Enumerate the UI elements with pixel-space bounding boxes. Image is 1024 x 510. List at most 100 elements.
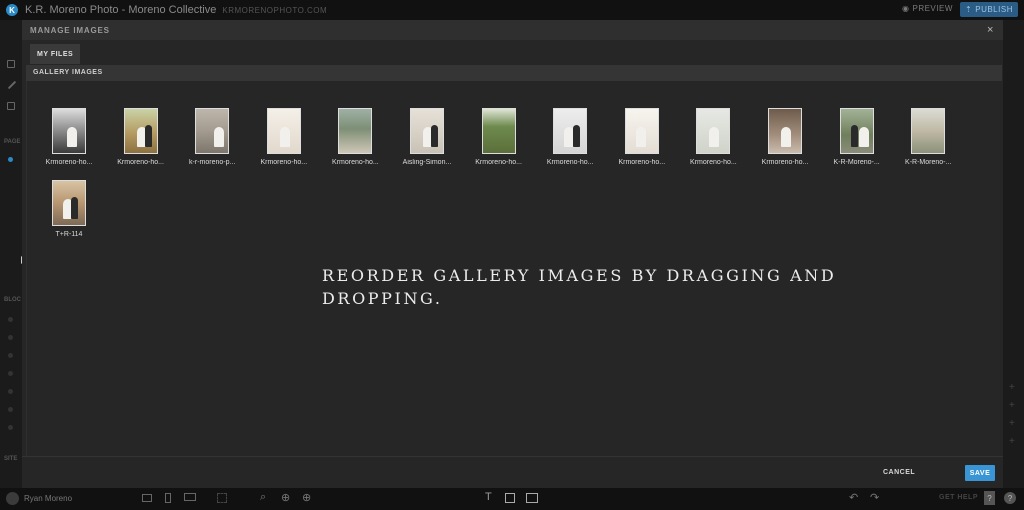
logo-icon[interactable]: K	[6, 4, 18, 16]
right-toolbar: + + + +	[1003, 20, 1024, 488]
top-app-bar: K K.R. Moreno Photo - Moreno Collective …	[0, 0, 1024, 20]
sidebar-item-dot[interactable]	[8, 353, 13, 358]
gallery-image-tile[interactable]: Krmoreno-ho...	[610, 108, 674, 178]
thumbnail-figure	[71, 197, 78, 219]
image-thumbnail[interactable]	[553, 108, 588, 154]
gallery-image-tile[interactable]: k-r-moreno-p...	[180, 108, 244, 178]
image-filename: Krmoreno-ho...	[117, 159, 164, 166]
question-icon[interactable]: ?	[1004, 492, 1016, 504]
preview-label: PREVIEW	[912, 4, 953, 13]
image-thumbnail[interactable]	[911, 108, 946, 154]
phone-icon[interactable]	[165, 493, 171, 503]
gallery-image-tile[interactable]: Krmoreno-ho...	[109, 108, 173, 178]
image-thumbnail[interactable]	[624, 108, 659, 154]
bottom-toolbar: Ryan Moreno ⌕ ⊕ ⊕ T ↶ ↷ GET HELP ? ?	[0, 488, 1024, 510]
text-tool-icon[interactable]: T	[485, 491, 492, 503]
gallery-image-tile[interactable]: Aisling-Simon...	[395, 108, 459, 178]
sidebar-item-dot[interactable]	[8, 317, 13, 322]
thumbnail-figure	[781, 127, 791, 147]
gallery-image-tile[interactable]: Krmoreno-ho...	[323, 108, 387, 178]
select-box-icon[interactable]	[505, 493, 515, 503]
close-icon[interactable]: ×	[987, 24, 993, 36]
reorder-hint: REORDER GALLERY IMAGES BY DRAGGING AND D…	[322, 266, 837, 308]
gallery-image-tile[interactable]: K-R-Moreno-...	[825, 108, 889, 178]
thumbnail-photo	[339, 109, 372, 153]
gallery-image-tile[interactable]: Krmoreno-ho...	[753, 108, 817, 178]
site-title: K.R. Moreno Photo - Moreno Collective	[25, 4, 217, 16]
sidebar-section-pages: PAGE	[4, 139, 21, 145]
image-filename: K-R-Moreno-...	[833, 159, 880, 166]
gallery-image-tile[interactable]: Krmoreno-ho...	[681, 108, 745, 178]
gallery-image-tile[interactable]: Krmoreno-ho...	[37, 108, 101, 178]
image-filename: Krmoreno-ho...	[45, 159, 93, 166]
image-thumbnail[interactable]	[338, 108, 373, 154]
modal-footer: CANCEL SAVE	[22, 456, 1003, 488]
site-domain[interactable]: KRMORENOPHOTO.COM	[222, 6, 327, 15]
image-icon[interactable]	[7, 102, 15, 110]
image-thumbnail[interactable]	[839, 108, 874, 154]
image-filename: T+R-114	[55, 231, 83, 238]
add-icon[interactable]: +	[1009, 400, 1015, 411]
help-icon[interactable]: ?	[984, 491, 995, 505]
thumbnail-figure	[214, 127, 225, 147]
upload-icon: ⇡	[965, 5, 973, 14]
image-thumbnail[interactable]	[52, 108, 86, 154]
image-filename: Krmoreno-ho...	[546, 159, 594, 166]
add-icon[interactable]: +	[1009, 436, 1015, 447]
zoom-in-icon[interactable]: ⊕	[302, 491, 311, 504]
gear-icon[interactable]	[7, 60, 15, 68]
image-filename: Krmoreno-ho...	[475, 159, 522, 166]
thumbnail-figure	[709, 127, 720, 147]
image-filename: Krmoreno-ho...	[332, 159, 379, 166]
image-filename: k-r-moreno-p...	[189, 159, 236, 166]
gallery-image-tile[interactable]: Krmoreno-ho...	[467, 108, 531, 178]
tab-my-files[interactable]: MY FILES	[30, 44, 81, 64]
avatar[interactable]	[6, 492, 19, 505]
modal-header: MANAGE IMAGES ×	[22, 20, 1003, 40]
save-button[interactable]: SAVE	[965, 465, 995, 481]
tablet-landscape-icon[interactable]	[142, 494, 152, 502]
image-thumbnail[interactable]	[123, 108, 158, 154]
gallery-image-tile[interactable]: T+R-114	[37, 180, 101, 250]
gallery-image-tile[interactable]: Krmoreno-ho...	[538, 108, 602, 178]
image-thumbnail[interactable]	[195, 108, 230, 154]
publish-button[interactable]: ⇡ PUBLISH	[960, 2, 1018, 17]
image-tool-icon[interactable]	[526, 493, 538, 503]
undo-icon[interactable]: ↶	[849, 491, 858, 504]
redo-icon[interactable]: ↷	[870, 491, 879, 504]
eye-icon: ◉	[902, 4, 910, 13]
add-icon[interactable]: +	[1009, 382, 1015, 393]
zoom-reset-icon[interactable]: ⊕	[281, 491, 290, 504]
sidebar-item-dot[interactable]	[8, 425, 13, 430]
image-filename: Krmoreno-ho...	[260, 159, 308, 166]
cancel-button[interactable]: CANCEL	[883, 469, 915, 476]
pencil-icon[interactable]	[7, 80, 17, 90]
gallery-image-tile[interactable]: Krmoreno-ho...	[252, 108, 316, 178]
preview-button[interactable]: ◉ PREVIEW	[902, 4, 953, 13]
sidebar-section-site: SITE	[4, 456, 18, 462]
editor-sidebar: PAGE BLOC SITE	[0, 20, 22, 488]
zoom-out-icon[interactable]: ⌕	[260, 491, 266, 504]
grid-icon[interactable]	[217, 493, 227, 503]
get-help-link[interactable]: GET HELP	[939, 494, 978, 501]
image-thumbnail[interactable]	[266, 108, 301, 154]
image-thumbnail[interactable]	[696, 108, 731, 154]
sidebar-item-dot[interactable]	[8, 389, 13, 394]
image-thumbnail[interactable]	[481, 108, 516, 154]
sidebar-item-dot[interactable]	[8, 335, 13, 340]
section-title: GALLERY IMAGES	[33, 69, 103, 76]
sidebar-item-dot[interactable]	[8, 407, 13, 412]
image-filename: K-R-Moreno-...	[905, 159, 952, 166]
image-thumbnail[interactable]	[52, 180, 86, 226]
image-thumbnail[interactable]	[768, 108, 802, 154]
image-thumbnail[interactable]	[410, 108, 444, 154]
home-icon[interactable]	[8, 157, 13, 162]
gallery-images-header: GALLERY IMAGES	[26, 65, 1002, 81]
add-icon[interactable]: +	[1009, 418, 1015, 429]
image-filename: Krmoreno-ho...	[690, 159, 737, 166]
username: Ryan Moreno	[24, 494, 73, 503]
gallery-image-tile[interactable]: K-R-Moreno-...	[896, 108, 960, 178]
sidebar-item-dot[interactable]	[8, 371, 13, 376]
desktop-icon[interactable]	[184, 493, 196, 501]
image-filename: Krmoreno-ho...	[761, 159, 809, 166]
